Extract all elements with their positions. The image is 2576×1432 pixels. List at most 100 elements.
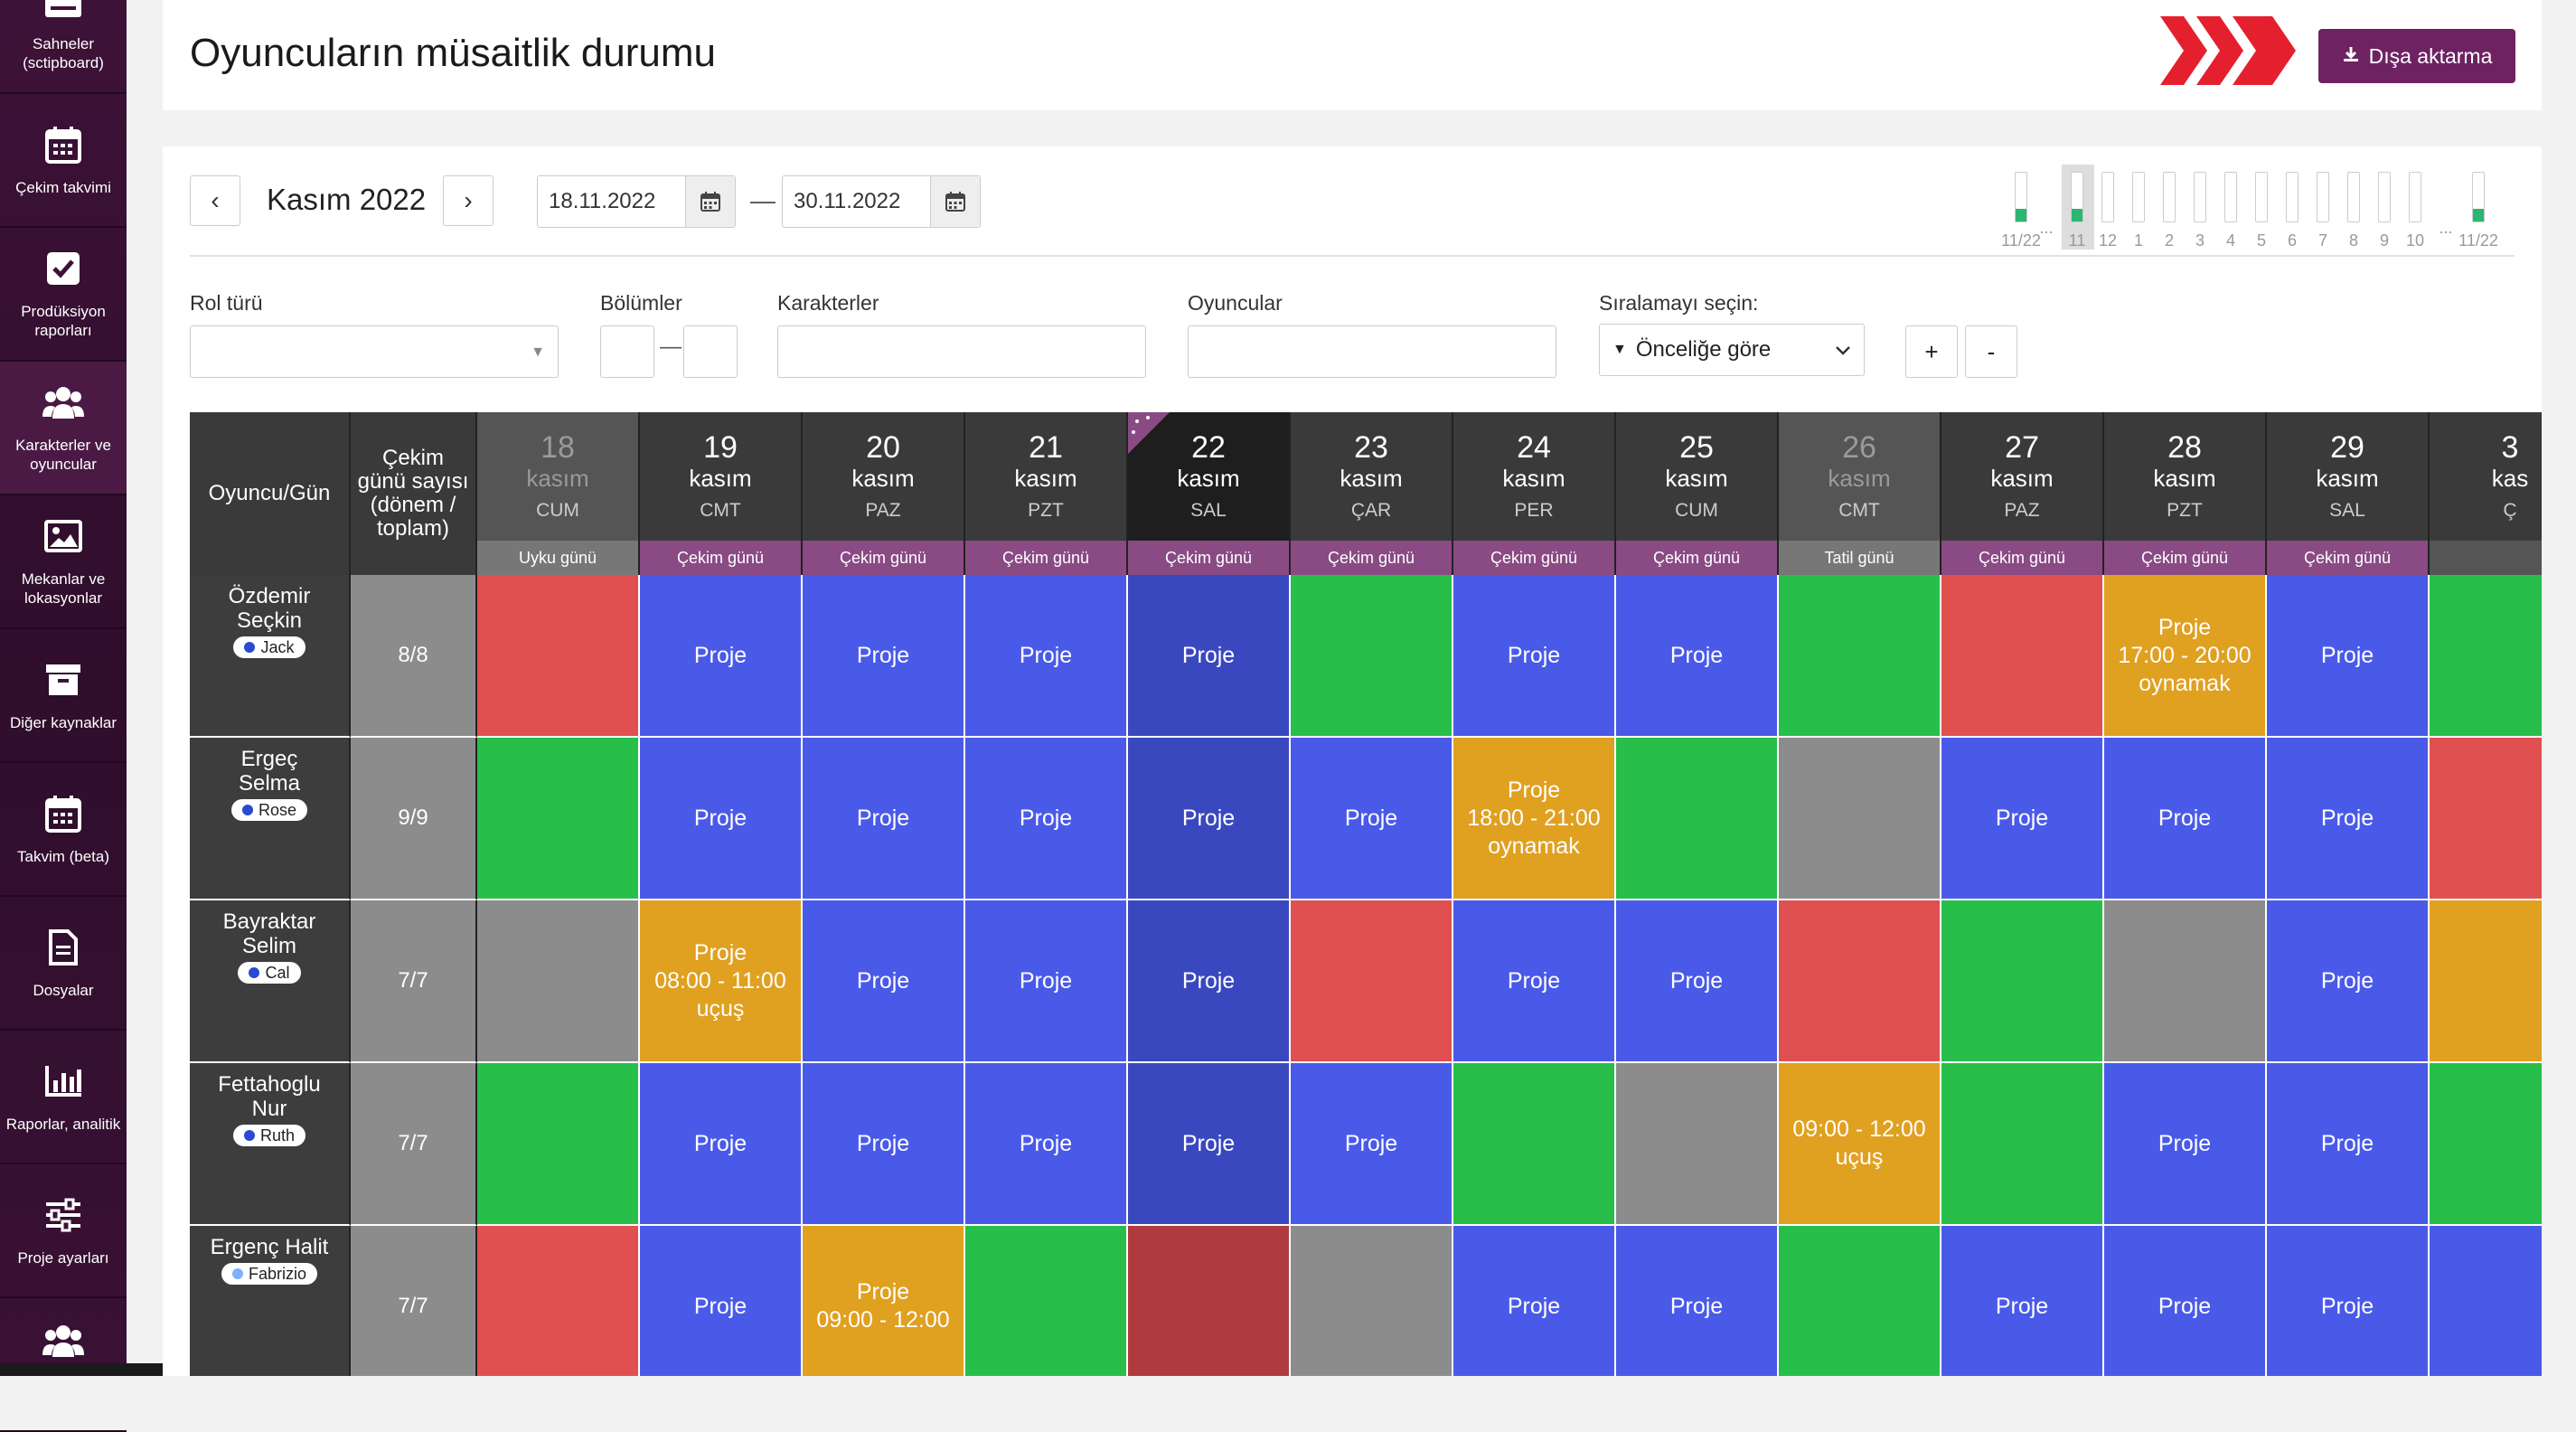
timeline-bar[interactable] <box>2194 172 2206 222</box>
day-header[interactable]: 3 kas Ç <box>2430 412 2542 541</box>
timeline-bar[interactable] <box>2224 172 2237 222</box>
availability-cell[interactable] <box>477 900 640 1063</box>
availability-cell[interactable]: Proje <box>2267 1226 2430 1376</box>
availability-cell[interactable]: Proje <box>2267 575 2430 738</box>
timeline-bar[interactable] <box>2472 172 2485 222</box>
availability-cell[interactable]: Proje <box>2104 1063 2267 1226</box>
sidebar-item-other-resources[interactable]: Diğer kaynaklar <box>0 629 127 763</box>
availability-cell[interactable]: Proje <box>640 1226 803 1376</box>
day-header[interactable]: 19 kasım CMT <box>640 412 803 541</box>
day-header[interactable]: 24 kasım PER <box>1453 412 1616 541</box>
day-header[interactable]: 29 kasım SAL <box>2267 412 2430 541</box>
timeline-bar[interactable] <box>2101 172 2114 222</box>
availability-cell[interactable]: Proje <box>803 575 965 738</box>
zoom-in-button[interactable]: + <box>1905 325 1958 378</box>
availability-cell[interactable] <box>1616 1063 1779 1226</box>
availability-cell[interactable]: Proje <box>1128 738 1291 900</box>
availability-cell[interactable] <box>1291 575 1453 738</box>
day-header[interactable]: 26 kasım CMT <box>1779 412 1941 541</box>
sidebar-item-calendar-beta[interactable]: Takvim (beta) <box>0 763 127 897</box>
availability-cell[interactable] <box>2430 738 2542 900</box>
date-to-field[interactable]: 30.11.2022 <box>782 175 981 228</box>
availability-cell[interactable]: Proje <box>2267 1063 2430 1226</box>
availability-cell[interactable]: Proje <box>640 575 803 738</box>
availability-cell[interactable]: Proje <box>1941 738 2104 900</box>
day-header[interactable]: 27 kasım PAZ <box>1941 412 2104 541</box>
availability-cell[interactable]: Proje <box>1291 738 1453 900</box>
day-header[interactable]: 18 kasım CUM <box>477 412 640 541</box>
availability-cell[interactable] <box>1453 1063 1616 1226</box>
timeline-bar[interactable] <box>2286 172 2299 222</box>
day-header[interactable]: 21 kasım PZT <box>965 412 1128 541</box>
availability-cell[interactable] <box>2430 1226 2542 1376</box>
availability-cell[interactable] <box>1779 738 1941 900</box>
availability-cell[interactable]: Proje <box>1453 575 1616 738</box>
sidebar-item-production-reports[interactable]: Prodüksiyon raporları <box>0 228 127 362</box>
availability-cell[interactable] <box>1779 575 1941 738</box>
sidebar-item-shooting-schedule[interactable]: Çekim takvimi <box>0 94 127 228</box>
availability-cell[interactable] <box>1779 1226 1941 1376</box>
availability-cell[interactable] <box>477 738 640 900</box>
actor-cell[interactable]: Bayraktar Selim Cal <box>190 900 351 1063</box>
availability-cell[interactable] <box>477 575 640 738</box>
zoom-out-button[interactable]: - <box>1965 325 2017 378</box>
availability-cell[interactable] <box>2104 900 2267 1063</box>
availability-cell[interactable]: Proje <box>1128 575 1291 738</box>
availability-cell[interactable]: Proje <box>1128 1063 1291 1226</box>
sidebar-item-characters[interactable]: Karakterler ve oyuncular <box>0 362 127 495</box>
availability-cell[interactable] <box>2430 575 2542 738</box>
availability-cell[interactable]: Proje <box>640 1063 803 1226</box>
sidebar-item-reports-analytics[interactable]: Raporlar, analitik <box>0 1031 127 1164</box>
availability-cell[interactable]: Proje <box>965 900 1128 1063</box>
sidebar-item-scenes[interactable]: Sahneler (sctipboard) <box>0 0 127 94</box>
actor-cell[interactable]: Ergeç Selma Rose <box>190 738 351 900</box>
episodes-to-input[interactable] <box>683 325 738 378</box>
availability-cell[interactable] <box>2430 900 2542 1063</box>
calendar-icon[interactable] <box>685 176 735 227</box>
availability-cell[interactable]: Proje <box>1453 900 1616 1063</box>
availability-cell[interactable]: Proje 08:00 - 11:00 uçuş <box>640 900 803 1063</box>
timeline-bar[interactable] <box>2071 172 2083 222</box>
calendar-icon[interactable] <box>930 176 980 227</box>
day-header[interactable]: 22 kasım SAL <box>1128 412 1291 541</box>
availability-cell[interactable]: Proje <box>2104 738 2267 900</box>
availability-cell[interactable]: Proje 18:00 - 21:00 oynamak <box>1453 738 1616 900</box>
actor-cell[interactable]: Fettahoglu Nur Ruth <box>190 1063 351 1226</box>
availability-cell[interactable]: Proje <box>965 575 1128 738</box>
timeline-bar[interactable] <box>2255 172 2268 222</box>
actor-cell[interactable]: Özdemir Seçkin Jack <box>190 575 351 738</box>
timeline-bar[interactable] <box>2163 172 2176 222</box>
availability-cell[interactable] <box>1128 1226 1291 1376</box>
episodes-from-input[interactable] <box>600 325 654 378</box>
export-button[interactable]: Dışa aktarma <box>2318 29 2515 83</box>
availability-cell[interactable] <box>1941 1063 2104 1226</box>
availability-cell[interactable] <box>1616 738 1779 900</box>
availability-cell[interactable]: Proje <box>1291 1063 1453 1226</box>
availability-cell[interactable] <box>1941 900 2104 1063</box>
availability-cell[interactable]: Proje <box>2267 738 2430 900</box>
day-header[interactable]: 23 kasım ÇAR <box>1291 412 1453 541</box>
availability-cell[interactable]: 09:00 - 12:00 uçuş <box>1779 1063 1941 1226</box>
day-header[interactable]: 25 kasım CUM <box>1616 412 1779 541</box>
timeline-bar[interactable] <box>2409 172 2421 222</box>
availability-cell[interactable] <box>1291 900 1453 1063</box>
next-month-button[interactable]: › <box>443 175 494 226</box>
availability-cell[interactable]: Proje <box>1128 900 1291 1063</box>
availability-cell[interactable]: Proje <box>1941 1226 2104 1376</box>
timeline-bar[interactable] <box>2347 172 2360 222</box>
characters-input[interactable] <box>777 325 1146 378</box>
availability-cell[interactable]: Proje <box>1616 575 1779 738</box>
availability-cell[interactable]: Proje <box>803 900 965 1063</box>
availability-cell[interactable]: Proje <box>640 738 803 900</box>
date-from-field[interactable]: 18.11.2022 <box>537 175 736 228</box>
availability-cell[interactable] <box>477 1226 640 1376</box>
availability-cell[interactable] <box>1941 575 2104 738</box>
actor-cell[interactable]: Ergenç Halit Fabrizio <box>190 1226 351 1376</box>
timeline-bar[interactable] <box>2015 172 2027 222</box>
day-header[interactable]: 28 kasım PZT <box>2104 412 2267 541</box>
availability-cell[interactable]: Proje <box>965 738 1128 900</box>
sidebar-item-project-settings[interactable]: Proje ayarları <box>0 1164 127 1298</box>
timeline-bar[interactable] <box>2378 172 2391 222</box>
sort-select[interactable]: ▼ Önceliğe göre <box>1599 324 1865 376</box>
availability-cell[interactable]: Proje <box>803 1063 965 1226</box>
